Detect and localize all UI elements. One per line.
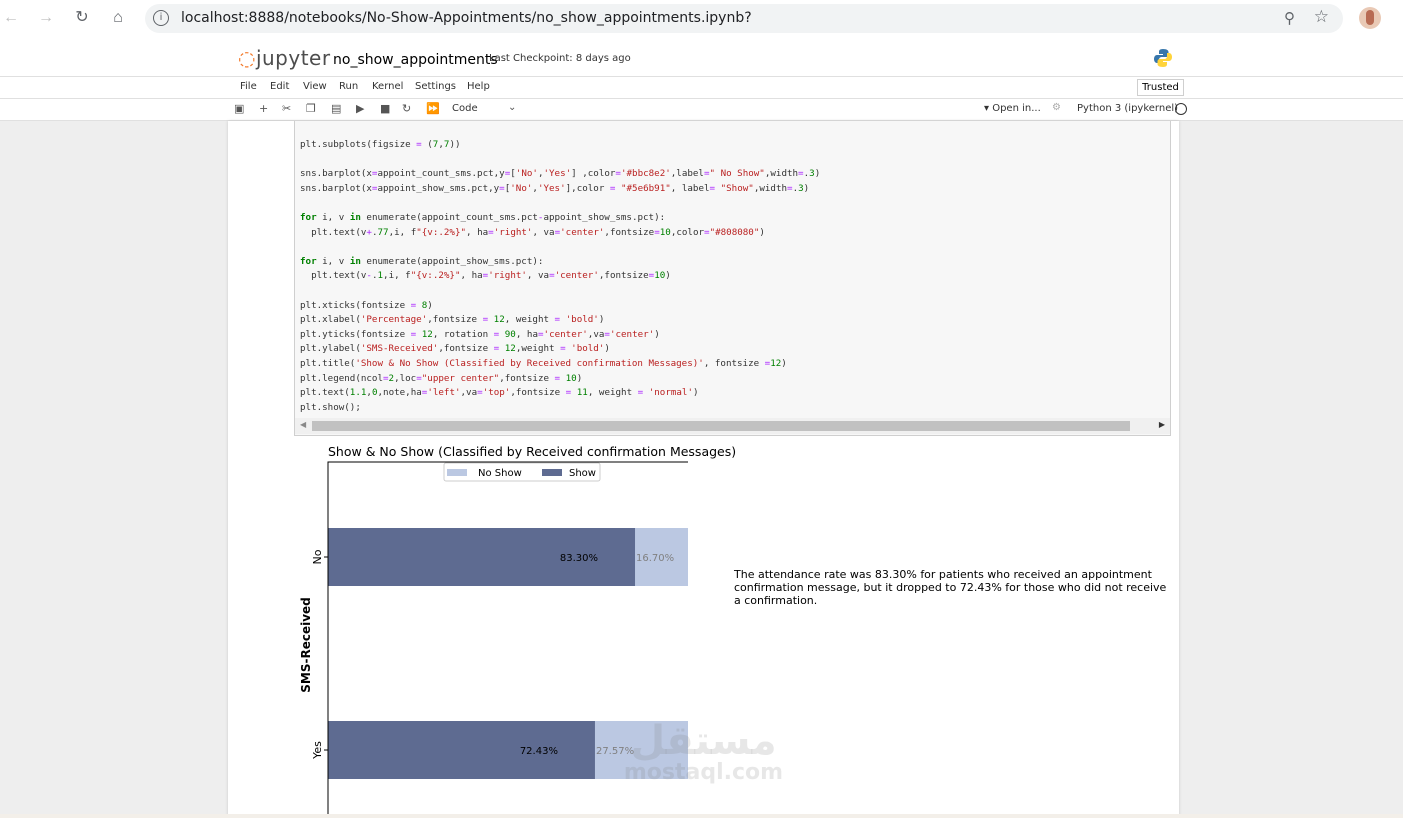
legend-label-show: Show [569,468,596,479]
code-line: for i, v in enumerate(appoint_show_sms.p… [300,255,544,267]
legend-swatch-noshow [447,469,467,476]
menu-kernel[interactable]: Kernel [372,81,403,92]
chart-note: The attendance rate was 83.30% for patie… [734,568,1167,607]
forward-icon[interactable]: → [36,8,56,28]
code-line: plt.xlabel('Percentage',fontsize = 12, w… [300,314,605,326]
menu-run[interactable]: Run [339,81,358,92]
open-in-label: Open in... [992,103,1041,114]
menu-file[interactable]: File [240,81,257,92]
chart-bars: 83.30% 16.70% 72.43% 27.57% [328,528,688,779]
kernel-name[interactable]: Python 3 (ipykernel) [1077,103,1178,114]
y-ticks: No Yes [311,549,328,760]
bar-chart: 83.30% 16.70% 72.43% 27.57% No Yes SMS-Recei… [299,461,688,818]
browser-toolbar: ← → ↻ ⌂ i localhost:8888/notebooks/No-Sh… [0,0,1403,37]
site-info-icon[interactable]: i [153,10,169,26]
menu-settings[interactable]: Settings [415,81,456,92]
paste-icon[interactable]: ▤ [331,102,341,115]
data-label-noshow-no: 16.70% [636,553,674,564]
code-line: plt.text(1.1,0,note,ha='left',va='top',f… [300,387,699,399]
restart-icon[interactable]: ↻ [402,102,411,115]
back-icon[interactable]: ← [1,8,21,28]
notebook-toolbar: ▣ + ✂ ❐ ▤ ▶ ■ ↻ ⏩ Code ⌄ ▾ Open in... ⚙ … [0,99,1403,121]
jupyter-header: ◌jupyter no_show_appointments Last Check… [0,37,1403,77]
code-line: plt.xticks(fontsize = 8) [300,299,433,311]
jupyter-logo[interactable]: ◌jupyter [238,46,331,70]
gear-icon[interactable]: ⚙ [1052,102,1061,113]
cut-icon[interactable]: ✂ [282,102,291,115]
code-line: plt.legend(ncol=2,loc="upper center",fon… [300,372,583,384]
address-bar[interactable]: i localhost:8888/notebooks/No-Show-Appoi… [145,4,1343,33]
scroll-right-icon[interactable]: ▶ [1159,420,1165,429]
url-text[interactable]: localhost:8888/notebooks/No-Show-Appoint… [181,10,752,26]
code-line: plt.text(v-.1,i, f"{v:.2%}", ha='right',… [300,270,671,282]
scroll-left-icon[interactable]: ◀ [300,420,306,429]
open-in-dropdown[interactable]: ▾ Open in... [984,103,1041,114]
legend-swatch-show [542,469,562,476]
y-tick-label: No [311,549,324,564]
code-line: plt.ylabel('SMS-Received',fontsize = 12,… [300,343,610,355]
chart-title: Show & No Show (Classified by Received c… [328,444,737,459]
bookmark-star-icon[interactable]: ☆ [1314,7,1329,27]
reload-icon[interactable]: ↻ [72,8,92,28]
code-line: sns.barplot(x=appoint_count_sms.pct,y=['… [300,168,821,180]
notebook-page: plt.subplots(figsize = (7,7)) sns.barplo… [228,121,1179,818]
code-editor[interactable]: plt.subplots(figsize = (7,7)) sns.barplo… [300,138,820,415]
code-line: plt.title('Show & No Show (Classified by… [300,357,787,369]
code-line: plt.text(v+.77,i, f"{v:.2%}", ha='right'… [300,226,765,238]
menu-help[interactable]: Help [467,81,490,92]
jupyter-ring-icon: ◌ [238,46,256,70]
jupyter-logo-text: jupyter [255,46,331,70]
horizontal-scrollbar[interactable]: ◀ ▶ [295,418,1170,434]
legend-label-noshow: No Show [478,468,522,479]
stop-icon[interactable]: ■ [380,102,390,115]
y-axis-label: SMS-Received [299,597,313,693]
code-cell[interactable]: plt.subplots(figsize = (7,7)) sns.barplo… [294,121,1171,436]
run-all-icon[interactable]: ⏩ [426,102,440,115]
checkpoint-text: Last Checkpoint: 8 days ago [489,53,631,64]
menu-view[interactable]: View [303,81,327,92]
code-line: plt.show(); [300,401,361,413]
kernel-status-icon [1175,103,1187,115]
code-line: plt.yticks(fontsize = 12, rotation = 90,… [300,328,660,340]
data-label-noshow-yes: 27.57% [596,746,634,757]
y-tick-label: Yes [311,741,324,760]
run-icon[interactable]: ▶ [356,102,364,115]
add-cell-icon[interactable]: + [259,102,268,115]
menu-bar: File Edit View Run Kernel Settings Help … [0,77,1403,99]
home-icon[interactable]: ⌂ [108,8,128,28]
code-line: sns.barplot(x=appoint_show_sms.pct,y=['N… [300,182,810,194]
bottom-strip [0,814,1403,818]
chart-legend: No Show Show [443,462,601,482]
profile-avatar[interactable] [1359,7,1381,29]
cell-type-select[interactable]: Code [452,103,478,114]
code-line: plt.subplots(figsize = (7,7)) [300,139,461,150]
data-label-show-yes: 72.43% [520,746,558,757]
notebook-name[interactable]: no_show_appointments [333,52,498,68]
zoom-icon[interactable]: ⚲ [1284,9,1295,27]
save-icon[interactable]: ▣ [234,102,244,115]
python-logo-icon [1154,49,1172,67]
copy-icon[interactable]: ❐ [306,102,316,115]
menu-edit[interactable]: Edit [270,81,289,92]
data-label-show-no: 83.30% [560,553,598,564]
scroll-thumb[interactable] [312,421,1130,431]
code-line: for i, v in enumerate(appoint_count_sms.… [300,211,666,223]
trusted-badge[interactable]: Trusted [1137,79,1184,96]
chevron-down-icon[interactable]: ⌄ [508,102,516,113]
